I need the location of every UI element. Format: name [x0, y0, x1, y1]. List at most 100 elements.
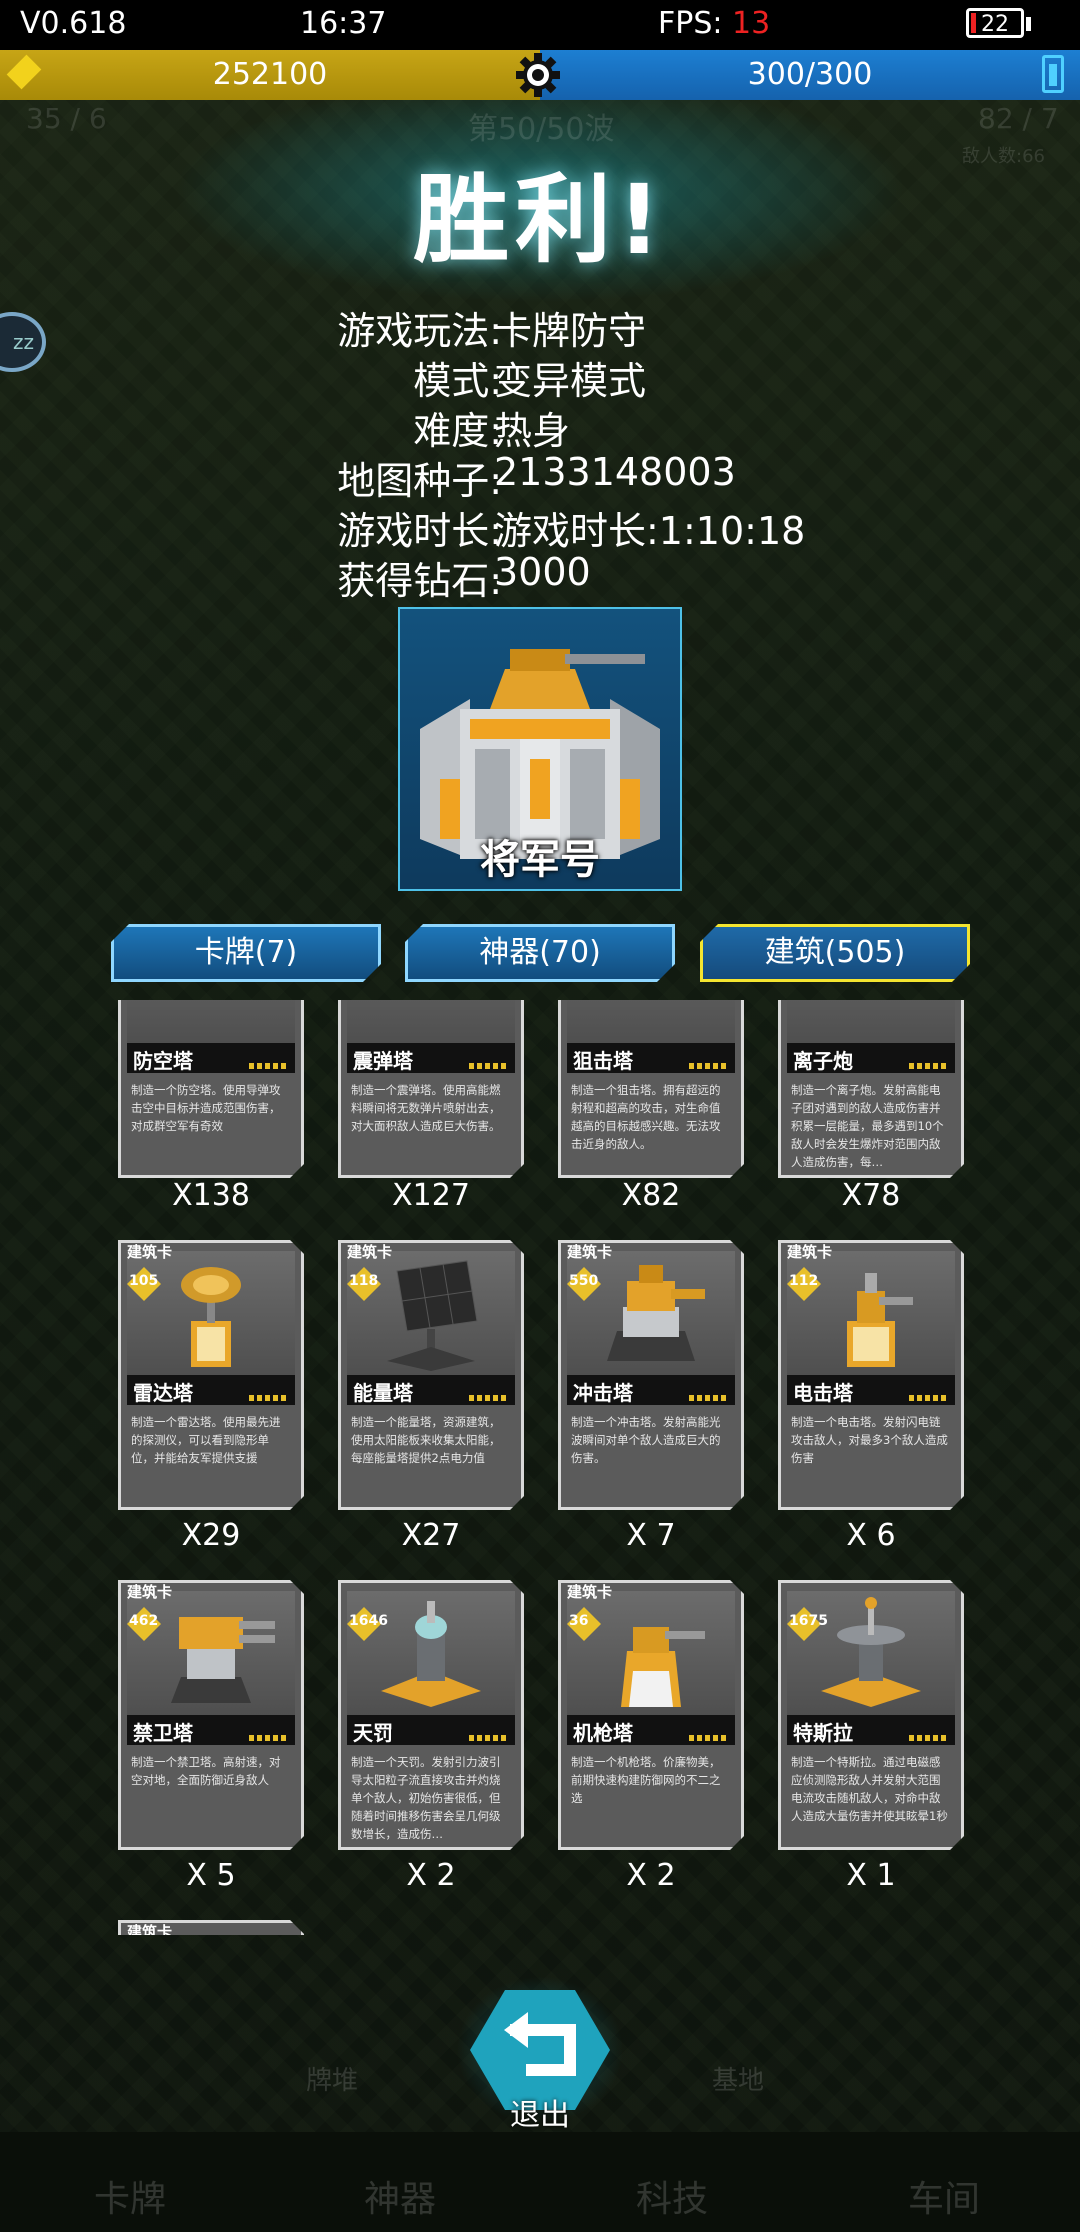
card-name: 电击塔: [793, 1381, 853, 1405]
deck-button: 牌堆: [306, 2066, 359, 2096]
card-namebar: 雷达塔: [127, 1375, 295, 1405]
card-desc: 制造一个电击塔。发射闪电链攻击敌人，对最多3个敌人造成伤害: [791, 1415, 948, 1465]
card-tesla[interactable]: 1675 特斯拉 制造一个特斯拉。通过电磁感应侦测隐形敌人并发射大范围电流攻击随…: [778, 1580, 964, 1850]
right-stat: 82 / 7: [978, 102, 1059, 135]
fps-value: 13: [732, 6, 771, 41]
info-row-duration: 游戏时长: 游戏时长:1:10:18: [0, 500, 1080, 553]
info-value: 热身: [494, 409, 571, 453]
card-machine-gun-tower[interactable]: 建筑卡 36 机枪塔 制造一个机枪塔。价廉物美，前期快速构建防御网的不二之选: [558, 1580, 744, 1850]
card-count: X 2: [626, 1858, 676, 1893]
rarity-stars: [909, 1395, 949, 1401]
info-value: 游戏时长:1:10:18: [494, 509, 806, 553]
card-cost: 462: [127, 1607, 161, 1641]
card-cost: 550: [567, 1267, 601, 1301]
card-type-tag: 建筑卡: [127, 1923, 173, 1935]
card-name: 雷达塔: [133, 1381, 193, 1405]
card-cost: 112: [787, 1267, 821, 1301]
card-electric-tower[interactable]: 建筑卡 112 电击塔 制造一个电击塔。发射闪电链攻击敌人，对最多3个敌人造成伤…: [778, 1240, 964, 1510]
rarity-stars: [689, 1063, 729, 1069]
card-namebar: 离子炮: [787, 1043, 955, 1073]
card-impact-tower[interactable]: 建筑卡 550 冲击塔 制造一个冲击塔。发射高能光波瞬间对单个敌人造成巨大的伤害…: [558, 1240, 744, 1510]
card-desc: 制造一个机枪塔。价廉物美，前期快速构建防御网的不二之选: [571, 1755, 721, 1805]
info-label: 游戏玩法:: [337, 309, 502, 353]
card-desc: 制造一个特斯拉。通过电磁感应侦测隐形敌人并发射大范围电流攻击随机敌人，对命中敌人…: [791, 1755, 948, 1823]
card-desc: 制造一个狙击塔。拥有超远的射程和超高的攻击，对生命值越高的目标越感兴趣。无法攻击…: [571, 1083, 721, 1151]
card-type-tag: 建筑卡: [567, 1583, 613, 1601]
nav-artifacts: 神器: [364, 2179, 437, 2220]
rarity-stars: [909, 1063, 949, 1069]
card-name: 狙击塔: [573, 1049, 633, 1073]
card-desc: 制造一个震弹塔。使用高能燃料瞬间将无数弹片喷射出去，对大面积敌人造成巨大伤害。: [351, 1083, 501, 1133]
exit-label[interactable]: 退出: [470, 2090, 610, 2134]
rarity-stars: [689, 1395, 729, 1401]
card-count: X 7: [626, 1518, 676, 1553]
settings-gear-icon[interactable]: [514, 51, 562, 99]
info-row-mode: 模式: 变异模式: [0, 350, 1080, 403]
card-type-tag: 建筑卡: [567, 1243, 613, 1261]
card-cost-value: 112: [789, 1273, 819, 1289]
info-label: 难度:: [413, 409, 502, 453]
info-value: 3000: [494, 550, 591, 594]
card-desc: 制造一个天罚。发射引力波引导太阳粒子流直接攻击并灼烧单个敌人，初始伤害很低，但随…: [351, 1755, 501, 1841]
card-ion-cannon[interactable]: 离子炮 制造一个离子炮。发射高能电子团对遇到的敌人造成伤害并积累一层能量，最多遇…: [778, 1000, 964, 1178]
featured-unit-card[interactable]: 将军号: [398, 607, 682, 891]
battery-cap: [1026, 17, 1031, 31]
info-label: 地图种子:: [337, 459, 502, 503]
base-button: 基地: [712, 2066, 765, 2096]
card-count: X 1: [846, 1858, 896, 1893]
tab-artifacts[interactable]: 神器(70): [405, 924, 675, 982]
card-energy-tower[interactable]: 建筑卡 118 能量塔 制造一个能量塔，资源建筑，使用太阳能板来收集太阳能，每座…: [338, 1240, 524, 1510]
status-bar: V0.618 16:37 FPS: 13 22: [0, 0, 1080, 50]
card-partial[interactable]: 建筑卡: [118, 1920, 304, 1935]
card-count: X 2: [406, 1858, 456, 1893]
card-desc: 制造一个禁卫塔。高射速，对空对地，全面防御近身敌人: [131, 1755, 281, 1787]
card-shock-shell-tower[interactable]: 震弹塔 制造一个震弹塔。使用高能燃料瞬间将无数弹片喷射出去，对大面积敌人造成巨大…: [338, 1000, 524, 1178]
card-type-tag: 建筑卡: [127, 1583, 173, 1601]
info-row-diamonds: 获得钻石: 3000: [0, 550, 1080, 603]
card-cost-value: 462: [129, 1613, 159, 1629]
card-cost-value: 1675: [789, 1613, 828, 1629]
tab-cards[interactable]: 卡牌(7): [111, 924, 381, 982]
card-type-tag: 建筑卡: [787, 1243, 833, 1261]
card-sniper-tower[interactable]: 狙击塔 制造一个狙击塔。拥有超远的射程和超高的攻击，对生命值越高的目标越感兴趣。…: [558, 1000, 744, 1178]
card-desc: 制造一个雷达塔。使用最先进的探测仪，可以看到隐形单位，并能给友军提供支援: [131, 1415, 281, 1465]
info-row-gameplay: 游戏玩法: 卡牌防守: [0, 300, 1080, 353]
gold-bar: 252100: [0, 50, 540, 100]
card-heavenly-punishment[interactable]: 1646 天罚 制造一个天罚。发射引力波引导太阳粒子流直接攻击并灼烧单个敌人，初…: [338, 1580, 524, 1850]
info-row-difficulty: 难度: 热身: [0, 400, 1080, 453]
card-count: X127: [392, 1178, 470, 1213]
card-guard-tower[interactable]: 建筑卡 462 禁卫塔 制造一个禁卫塔。高射速，对空对地，全面防御近身敌人: [118, 1580, 304, 1850]
nav-cards: 卡牌: [94, 2179, 167, 2220]
card-radar-tower[interactable]: 建筑卡 105 雷达塔 制造一个雷达塔。使用最先进的探测仪，可以看到隐形单位，并…: [118, 1240, 304, 1510]
gold-amount: 252100: [212, 57, 328, 92]
card-cost: 1646: [347, 1607, 381, 1641]
fps-label: FPS:: [658, 6, 723, 41]
card-cost-value: 118: [349, 1273, 379, 1289]
info-value: 卡牌防守: [494, 309, 647, 353]
card-name: 机枪塔: [573, 1721, 633, 1745]
card-desc: 制造一个离子炮。发射高能电子团对遇到的敌人造成伤害并积累一层能量，最多遇到10个…: [791, 1083, 944, 1169]
nav-tech: 科技: [636, 2179, 709, 2220]
card-cost-value: 550: [569, 1273, 599, 1289]
card-namebar: 冲击塔: [567, 1375, 735, 1405]
battery-icon: 22: [966, 8, 1024, 38]
card-cost: 1675: [787, 1607, 821, 1641]
energy-amount: 300/300: [747, 57, 873, 92]
version-label: V0.618: [20, 6, 127, 41]
card-type-tag: 建筑卡: [127, 1243, 173, 1261]
card-name: 冲击塔: [573, 1381, 633, 1405]
rarity-stars: [249, 1395, 289, 1401]
card-namebar: 防空塔: [127, 1043, 295, 1073]
featured-unit-name: 将军号: [480, 837, 600, 883]
card-namebar: 机枪塔: [567, 1715, 735, 1745]
fps-readout: FPS: 13: [658, 6, 770, 41]
tab-buildings[interactable]: 建筑(505): [700, 924, 970, 982]
card-image: [347, 1000, 515, 1043]
rarity-stars: [469, 1063, 509, 1069]
card-count: X 6: [846, 1518, 896, 1553]
rarity-stars: [909, 1735, 949, 1741]
card-image: [127, 1000, 295, 1043]
card-anti-air-tower[interactable]: 防空塔 制造一个防空塔。使用导弹攻击空中目标并造成范围伤害，对成群空军有奇效: [118, 1000, 304, 1178]
card-namebar: 狙击塔: [567, 1043, 735, 1073]
building-card-list[interactable]: 防空塔 制造一个防空塔。使用导弹攻击空中目标并造成范围伤害，对成群空军有奇效 X…: [0, 1000, 1080, 1935]
